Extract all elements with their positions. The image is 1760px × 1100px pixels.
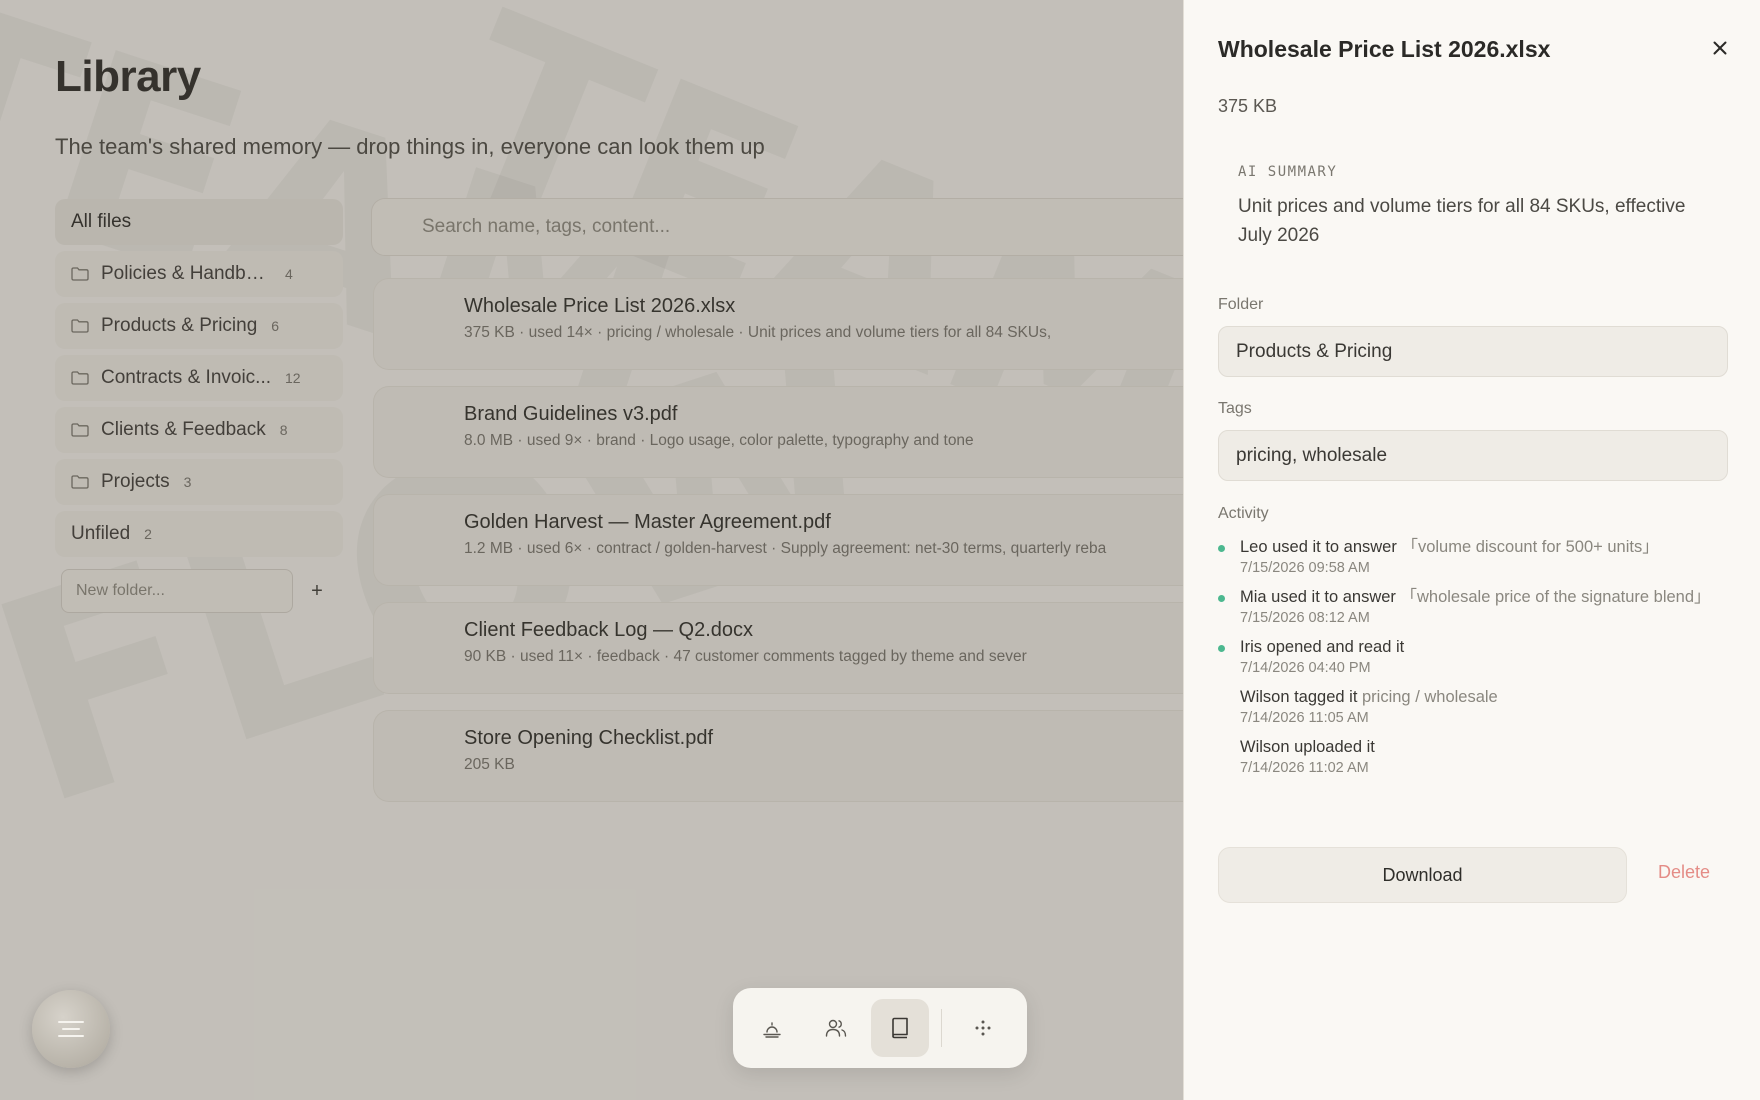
activity-detail: 「wholesale price of the signature blend」 [1400,588,1711,606]
bottom-dock [733,988,1027,1068]
activity-actor: Iris [1240,638,1262,656]
activity-action: used it to answer [1267,538,1402,556]
ai-summary-label: AI SUMMARY [1238,164,1338,180]
activity-label: Activity [1218,505,1269,522]
activity-item: Mia used it to answer 「wholesale price o… [1218,586,1728,628]
folder-field-label: Folder [1218,296,1264,313]
activity-actor: Leo [1240,538,1268,556]
activity-dot [1218,545,1225,552]
folder-select[interactable]: Products & Pricing [1218,326,1728,377]
activity-actor: Wilson [1240,688,1290,706]
dock-library-button[interactable] [871,999,929,1057]
activity-time: 7/14/2026 04:40 PM [1240,660,1371,676]
dock-more-button[interactable] [954,999,1012,1057]
activity-time: 7/15/2026 08:12 AM [1240,610,1370,626]
menu-icon [58,1016,84,1042]
sunrise-icon [763,1022,781,1038]
file-size: 375 KB [1218,96,1278,116]
file-detail-panel: Wholesale Price List 2026.xlsx 375 KB AI… [1183,0,1760,1100]
activity-log: Leo used it to answer 「volume discount f… [1218,536,1728,786]
ai-summary: AI SUMMARY Unit prices and volume tiers … [1218,150,1728,264]
close-icon [1713,41,1727,55]
activity-item: Leo used it to answer 「volume discount f… [1218,536,1728,578]
activity-time: 7/14/2026 11:02 AM [1240,760,1369,776]
menu-button[interactable] [32,990,110,1068]
tags-field-label: Tags [1218,400,1252,417]
detail-title: Wholesale Price List 2026.xlsx [1218,36,1551,62]
activity-actor: Wilson [1240,738,1290,756]
activity-dot [1218,645,1225,652]
activity-detail: pricing / wholesale [1362,688,1498,706]
library-view: TEAM FLOW TEAM Library The team's shared… [0,0,1183,1100]
activity-detail: 「volume discount for 500+ units」 [1401,538,1659,556]
activity-action: tagged it [1289,688,1362,706]
move-icon [975,1020,991,1036]
close-button[interactable] [1708,36,1732,60]
people-icon [825,1019,847,1037]
activity-time: 7/14/2026 11:05 AM [1240,710,1369,726]
activity-time: 7/15/2026 09:58 AM [1240,560,1370,576]
modal-overlay[interactable] [0,0,1183,1100]
activity-action: used it to answer [1266,588,1401,606]
tags-input[interactable]: pricing, wholesale [1218,430,1728,481]
delete-button[interactable]: Delete [1658,862,1710,883]
dock-divider [941,1009,942,1047]
activity-item: Iris opened and read it 7/14/2026 04:40 … [1218,636,1728,678]
download-button[interactable]: Download [1218,847,1627,903]
activity-item: Wilson tagged it pricing / wholesale 7/1… [1218,686,1728,728]
activity-action: opened and read it [1262,638,1405,656]
book-icon [892,1017,908,1039]
activity-item: Wilson uploaded it 7/14/2026 11:02 AM [1218,736,1728,778]
activity-dot [1218,695,1225,702]
ai-summary-text: Unit prices and volume tiers for all 84 … [1238,196,1686,246]
activity-dot [1218,745,1225,752]
activity-actor: Mia [1240,588,1267,606]
dock-team-button[interactable] [807,999,865,1057]
activity-dot [1218,595,1225,602]
activity-action: uploaded it [1289,738,1375,756]
dock-today-button[interactable] [743,999,801,1057]
